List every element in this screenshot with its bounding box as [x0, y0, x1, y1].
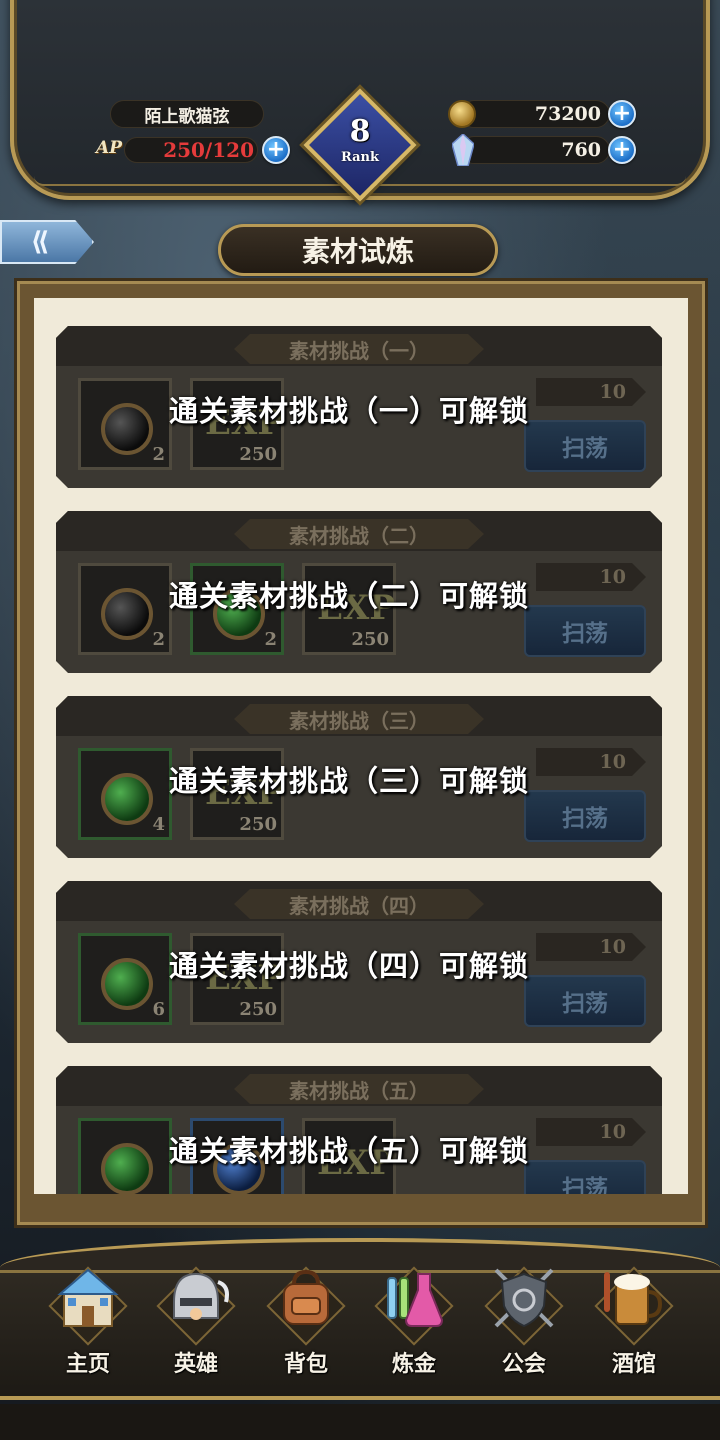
reward-count: 4 [152, 814, 165, 835]
reward-count: 250 [239, 999, 277, 1020]
nav-backpack[interactable]: 背包 [256, 1252, 356, 1382]
nav-alchemy[interactable]: 炼金 [364, 1252, 464, 1382]
challenge-title: 素材挑战（三） [234, 704, 484, 734]
challenge-list[interactable]: 素材挑战（一） 2 EXP 250 10 扫荡 通关素材挑战（一）可解锁 素材挑… [34, 298, 688, 1194]
reward-count: 2 [152, 444, 165, 465]
nav-guild[interactable]: 公会 [474, 1252, 574, 1382]
crystal-amount: 760 [460, 136, 610, 164]
challenge-card-5[interactable]: 素材挑战（五） EXP 10 扫荡 通关素材挑战（五）可解锁 [56, 1066, 662, 1194]
add-crystal-button[interactable]: + [608, 136, 636, 164]
challenge-title: 素材挑战（四） [234, 889, 484, 919]
nav-label: 炼金 [391, 1352, 436, 1377]
ap-icon: AP [96, 138, 122, 158]
castle-icon [57, 1268, 119, 1327]
nav-label: 公会 [501, 1352, 546, 1377]
page-title: 素材试炼 [218, 224, 498, 276]
add-gold-button[interactable]: + [608, 100, 636, 128]
bottom-nav: 主页 英雄 背包 炼金 公会 酒馆 [0, 1230, 720, 1440]
rank-label: Rank [341, 150, 379, 165]
backpack-icon [283, 1269, 329, 1325]
ap-value: 250/120 [163, 138, 254, 162]
nav-frame-bottom [0, 1404, 720, 1440]
unlock-condition: 通关素材挑战（三）可解锁 [168, 764, 529, 798]
reward-count: 250 [239, 444, 277, 465]
player-name: 陌上歌猫弦 [110, 100, 264, 128]
nav-label: 背包 [283, 1352, 328, 1377]
top-header: 陌上歌猫弦 AP 250/120 + 8 Rank 73200 + 760 + [0, 0, 720, 215]
rank-badge[interactable]: 8 Rank [303, 88, 417, 202]
reward-count: 2 [152, 629, 165, 650]
crystal-icon [452, 134, 474, 166]
unlock-condition: 通关素材挑战（二）可解锁 [168, 579, 529, 613]
nav-label: 英雄 [173, 1352, 218, 1377]
reward-count: 2 [264, 629, 277, 650]
nav-label: 主页 [65, 1352, 110, 1377]
nav-home[interactable]: 主页 [38, 1252, 138, 1382]
challenge-card-4[interactable]: 素材挑战（四） 6 EXP 250 10 扫荡 通关素材挑战（四）可解锁 [56, 881, 662, 1043]
reward-count: 250 [351, 629, 389, 650]
nav-tavern[interactable]: 酒馆 [584, 1252, 684, 1382]
challenge-card-1[interactable]: 素材挑战（一） 2 EXP 250 10 扫荡 通关素材挑战（一）可解锁 [56, 326, 662, 488]
challenge-title: 素材挑战（一） [234, 334, 484, 364]
nav-heroes[interactable]: 英雄 [146, 1252, 246, 1382]
unlock-condition: 通关素材挑战（五）可解锁 [168, 1134, 529, 1168]
alchemy-flask-icon [387, 1273, 444, 1327]
back-button[interactable]: ⟪ [0, 220, 94, 264]
reward-count: 6 [152, 999, 165, 1020]
unlock-condition: 通关素材挑战（一）可解锁 [168, 394, 529, 428]
challenge-card-3[interactable]: 素材挑战（三） 4 EXP 250 10 扫荡 通关素材挑战（三）可解锁 [56, 696, 662, 858]
nav-label: 酒馆 [611, 1352, 656, 1377]
challenge-card-2[interactable]: 素材挑战（二） 2 2 EXP 250 10 扫荡 通关素材挑战（二）可解锁 [56, 511, 662, 673]
challenge-title: 素材挑战（五） [234, 1074, 484, 1104]
unlock-condition: 通关素材挑战（四）可解锁 [168, 949, 529, 983]
challenge-title: 素材挑战（二） [234, 519, 484, 549]
add-ap-button[interactable]: + [262, 136, 290, 164]
knight-helmet-icon [173, 1272, 229, 1320]
tavern-mug-icon [604, 1272, 663, 1325]
rank-number: 8 [349, 114, 371, 149]
gold-amount: 73200 [460, 100, 610, 128]
guild-shield-icon [494, 1268, 554, 1328]
gold-coin-icon [448, 100, 476, 128]
reward-count: 250 [239, 814, 277, 835]
